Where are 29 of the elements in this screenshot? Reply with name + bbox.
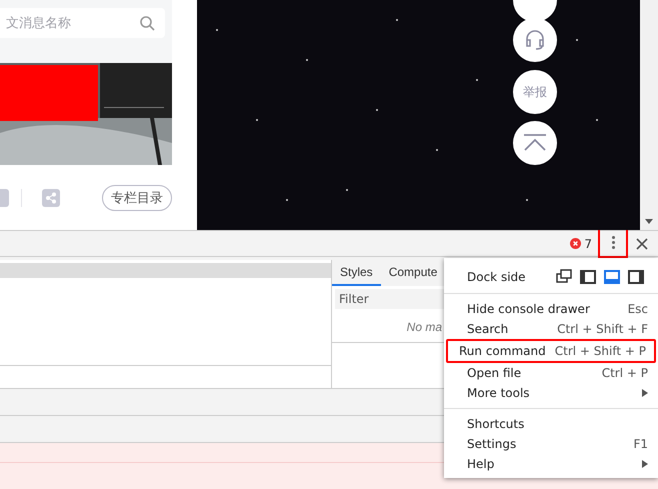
submenu-arrow-icon — [642, 389, 648, 397]
menu-item[interactable]: Run command Ctrl + Shift + P — [446, 339, 656, 363]
submenu-arrow-icon — [642, 460, 648, 468]
back-to-top-icon — [522, 133, 548, 153]
close-icon — [636, 238, 648, 250]
menu-item[interactable]: Search Ctrl + Shift + F — [444, 319, 658, 339]
dock-undock-icon — [556, 269, 572, 285]
dock-bottom-icon — [604, 269, 620, 285]
error-count[interactable]: 7 — [570, 236, 592, 250]
dock-left-icon — [580, 269, 596, 285]
styles-message: No ma — [406, 320, 442, 334]
menu-item[interactable]: Hide console drawer Esc — [444, 299, 658, 319]
search-field[interactable]: 文消息名称 — [0, 8, 165, 38]
menu-item[interactable]: Settings F1 — [444, 434, 658, 454]
scroll-down-icon — [645, 219, 653, 224]
dock-side-label: Dock side — [467, 270, 527, 284]
dock-right-icon — [628, 269, 644, 285]
menu-item[interactable]: Shortcuts — [444, 414, 658, 434]
sidebar-tab[interactable]: Compute — [380, 260, 446, 286]
error-icon — [570, 238, 582, 249]
sidebar-tab[interactable]: Styles — [332, 260, 381, 286]
menu-item[interactable]: More tools — [444, 383, 658, 403]
menu-item[interactable]: Open file Ctrl + P — [444, 363, 658, 383]
scrollbar[interactable] — [640, 0, 658, 230]
headset-icon — [523, 28, 547, 52]
menu-item[interactable]: Help — [444, 454, 658, 474]
search-icon[interactable] — [139, 15, 155, 31]
close-button[interactable] — [634, 238, 650, 250]
catalog-button[interactable]: 专栏目录 — [102, 184, 172, 210]
